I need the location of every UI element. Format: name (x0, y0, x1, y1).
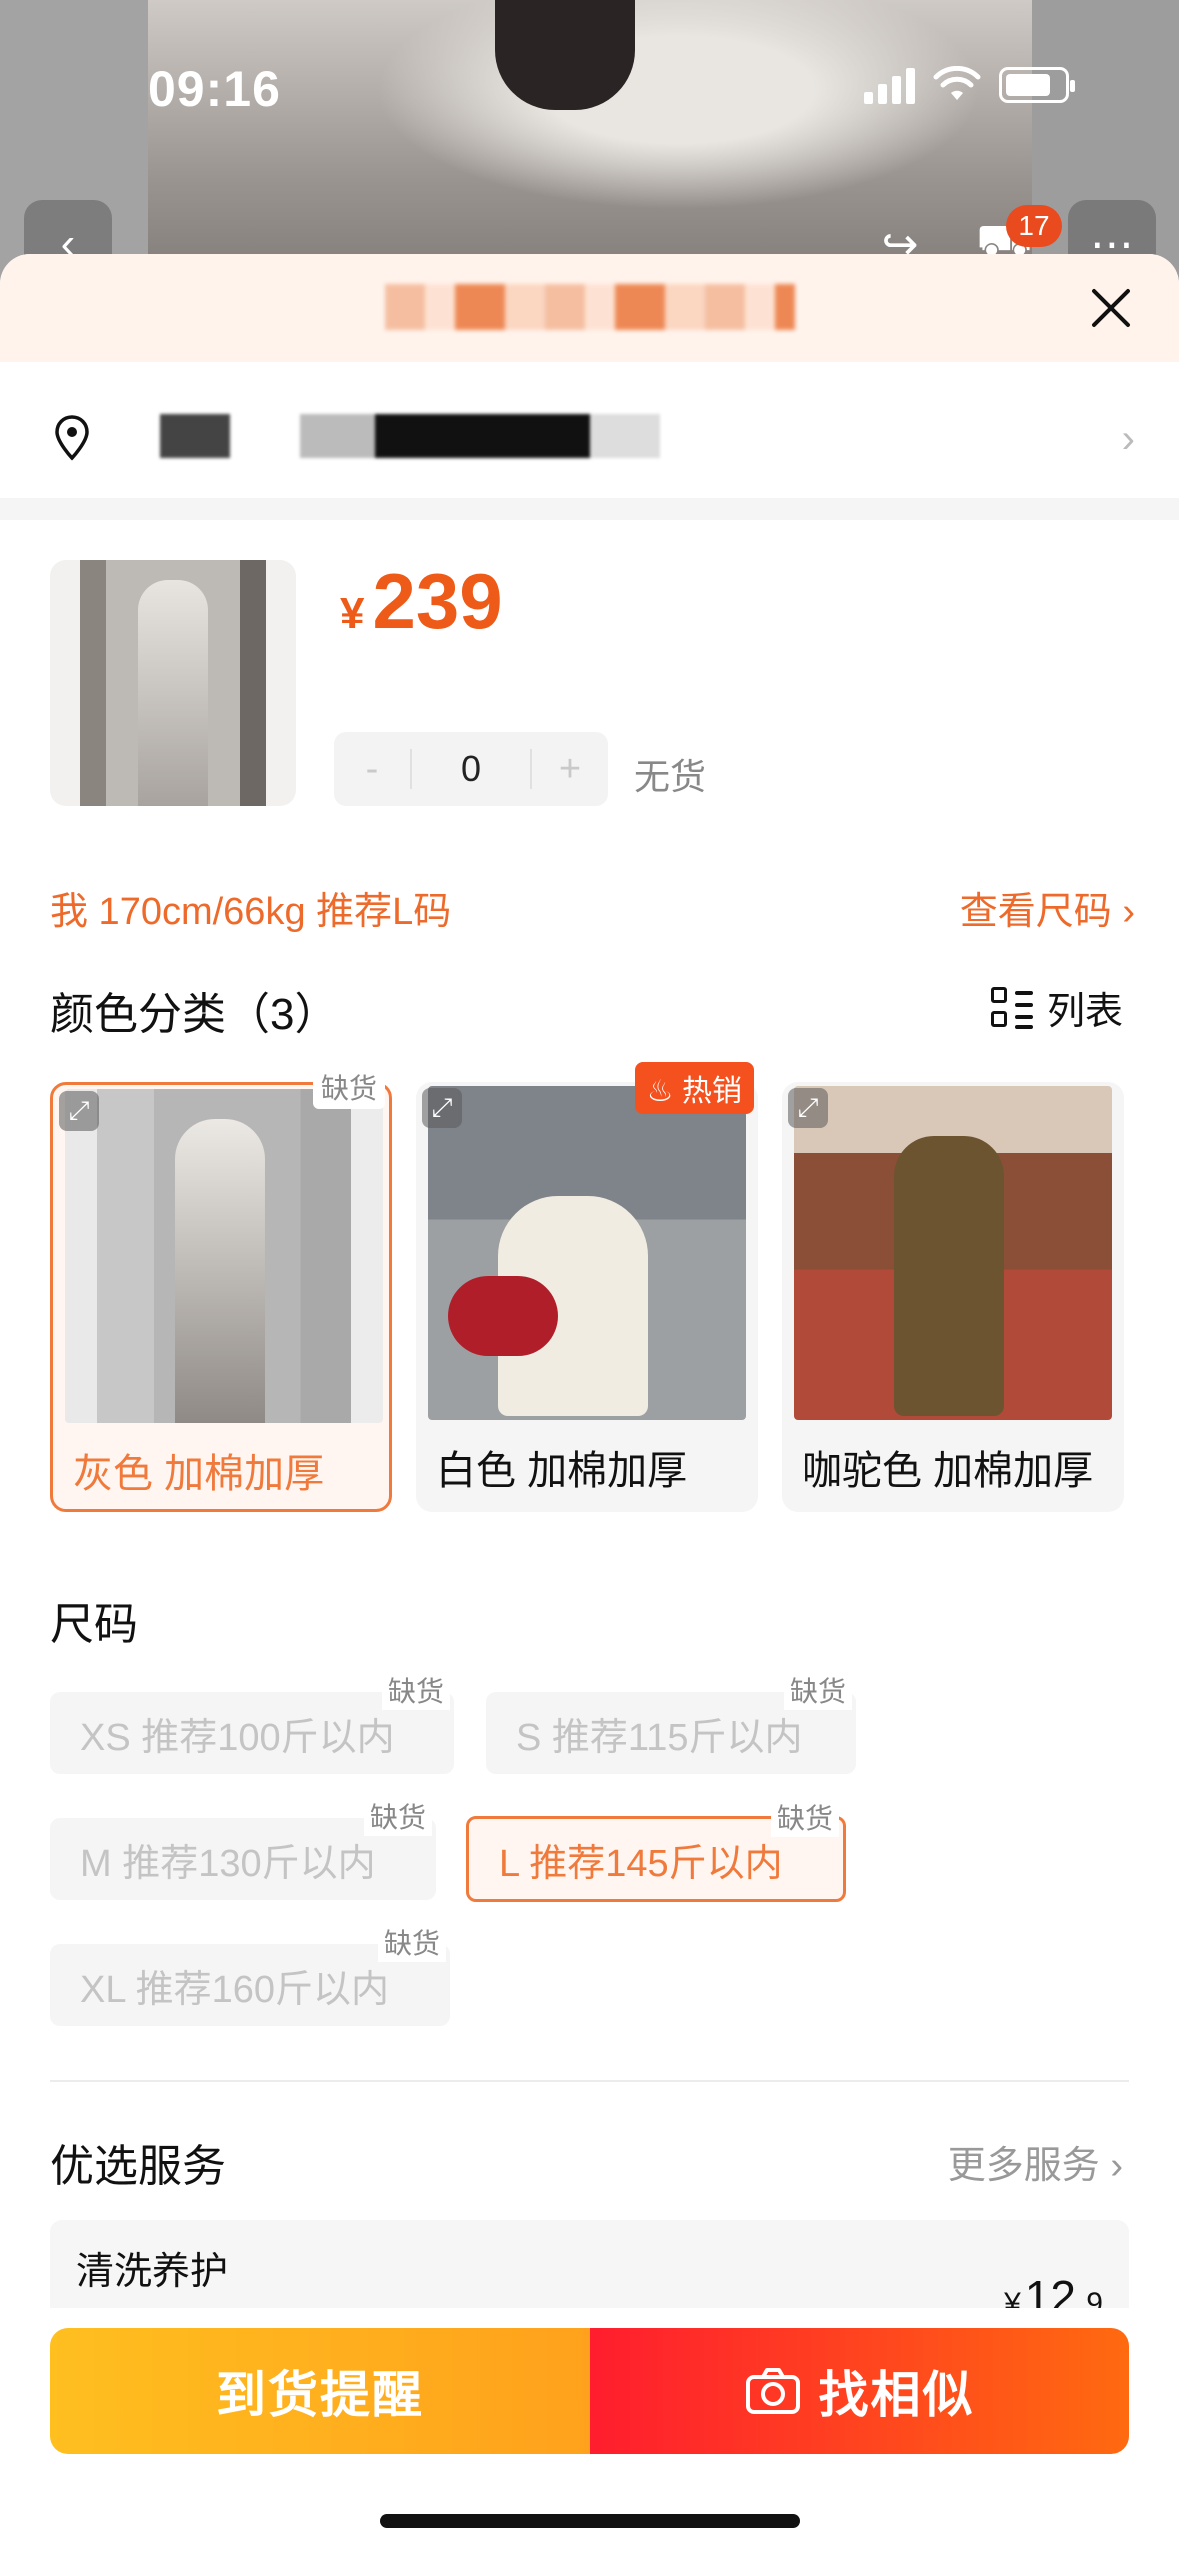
cart-count-badge: 17 (1006, 205, 1062, 247)
size-recommendation[interactable]: 我 170cm/66kg 推荐L码 (50, 880, 451, 935)
out-of-stock-tag: 缺货 (770, 1797, 839, 1837)
quantity-value[interactable]: 0 (410, 749, 532, 789)
stock-status: 无货 (634, 756, 707, 797)
hot-sale-label: 热销 (682, 1075, 742, 1108)
find-similar-button[interactable]: 找相似 (590, 2328, 1129, 2454)
wifi-icon (933, 66, 981, 100)
color-option-camel[interactable]: ⤢ 咖驼色 加棉加厚 (782, 1082, 1124, 1512)
status-time: 09:16 (148, 61, 281, 117)
price-currency: ¥ (340, 589, 365, 638)
expand-icon[interactable]: ⤢ (59, 1091, 99, 1131)
color-option-label: 咖驼色 加棉加厚 (802, 1449, 1094, 1493)
location-pin-icon (55, 415, 89, 461)
home-indicator[interactable] (380, 2514, 800, 2528)
more-services-link[interactable]: 更多服务 › (948, 2134, 1123, 2189)
color-option-label: 灰色 加棉加厚 (73, 1452, 325, 1496)
size-option-label: XL 推荐160斤以内 (80, 1968, 390, 2011)
size-option-label: S 推荐115斤以内 (516, 1716, 803, 1759)
size-option-label: L 推荐145斤以内 (499, 1842, 783, 1885)
list-view-icon (990, 986, 1033, 1029)
list-view-toggle[interactable]: 列表 (990, 980, 1123, 1035)
size-section-title: 尺码 (50, 1600, 138, 1649)
out-of-stock-tag: 缺货 (377, 1922, 446, 1962)
list-view-label: 列表 (1046, 991, 1123, 1033)
promo-banner (0, 254, 1179, 362)
size-option-xl[interactable]: XL 推荐160斤以内 缺货 (50, 1922, 450, 2026)
status-icons (864, 66, 1075, 104)
camera-icon (745, 2368, 800, 2414)
restock-notify-button[interactable]: 到货提醒 (50, 2328, 590, 2454)
size-option-m[interactable]: M 推荐130斤以内 缺货 (50, 1796, 436, 1900)
chevron-right-icon: › (1121, 417, 1135, 461)
address-redacted (160, 414, 660, 458)
cellular-signal-icon (864, 66, 915, 104)
decrement-button[interactable]: - (334, 748, 410, 791)
expand-icon[interactable]: ⤢ (422, 1088, 462, 1128)
product-thumbnail[interactable] (50, 560, 296, 806)
coat-image (80, 560, 266, 806)
size-guide-link[interactable]: 查看尺码 › (960, 880, 1135, 935)
color-section-title: 颜色分类（3） (50, 990, 339, 1039)
size-option-s[interactable]: S 推荐115斤以内 缺货 (486, 1670, 856, 1774)
size-option-label: M 推荐130斤以内 (80, 1842, 376, 1885)
out-of-stock-tag: 缺货 (363, 1796, 432, 1836)
flame-icon: ♨ (646, 1075, 674, 1108)
quantity-stepper: - 0 + (334, 732, 608, 806)
restock-notify-label: 到货提醒 (216, 2367, 424, 2423)
color-option-white[interactable]: ♨ 热销 ⤢ 白色 加棉加厚 (416, 1062, 758, 1512)
promo-banner-redacted (385, 284, 795, 330)
out-of-stock-tag: 缺货 (381, 1670, 450, 1710)
out-of-stock-tag: 缺货 (312, 1065, 385, 1109)
find-similar-label: 找相似 (818, 2367, 975, 2423)
status-bar: 09:16 (0, 0, 1179, 170)
close-icon[interactable] (1087, 284, 1135, 332)
size-option-l[interactable]: L 推荐145斤以内 缺货 (466, 1797, 846, 1902)
out-of-stock-tag: 缺货 (783, 1670, 852, 1710)
delivery-address-row[interactable]: › (0, 362, 1179, 520)
battery-icon (999, 67, 1075, 103)
size-option-label: XS 推荐100斤以内 (80, 1716, 395, 1759)
section-divider (50, 2080, 1129, 2082)
price-amount: 239 (372, 557, 503, 645)
color-image-gray (65, 1089, 383, 1423)
services-section-title: 优选服务 (50, 2142, 226, 2191)
color-image-white (428, 1086, 746, 1420)
color-image-camel (794, 1086, 1112, 1420)
size-option-xs[interactable]: XS 推荐100斤以内 缺货 (50, 1670, 454, 1774)
color-option-label: 白色 加棉加厚 (436, 1449, 688, 1493)
color-option-gray[interactable]: 缺货 ⤢ 灰色 加棉加厚 (50, 1065, 392, 1512)
increment-button[interactable]: + (532, 748, 608, 791)
price: ¥ 239 (340, 556, 503, 647)
expand-icon[interactable]: ⤢ (788, 1088, 828, 1128)
service-name: 清洗养护 (76, 2251, 229, 2293)
hot-sale-tag: ♨ 热销 (634, 1062, 754, 1114)
